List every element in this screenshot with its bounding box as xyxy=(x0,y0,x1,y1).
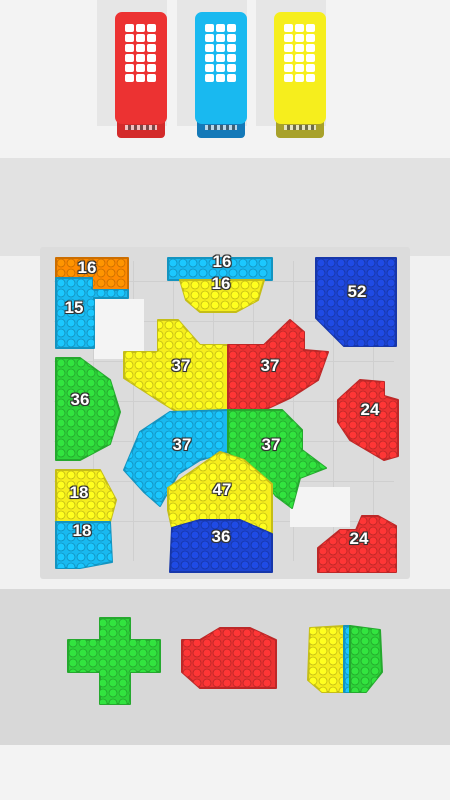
count-label-yellow-house: 47 xyxy=(212,480,232,499)
piece-tray-green-cross[interactable] xyxy=(67,617,161,707)
count-label-blue-top-center: 16 xyxy=(212,252,232,271)
piece-navy-top-right[interactable] xyxy=(315,257,397,347)
count-label-blue-top-left: 15 xyxy=(64,298,84,317)
count-label-red-star-right: 37 xyxy=(260,356,280,375)
count-label-navy-top-right: 52 xyxy=(347,282,367,301)
piece-tray-red-arrow[interactable] xyxy=(181,627,277,689)
count-label-yellow-lower-left: 18 xyxy=(69,483,89,502)
count-label-blue-star-lower-left: 37 xyxy=(172,435,192,454)
count-label-green-left: 36 xyxy=(70,390,90,409)
count-label-navy-house: 36 xyxy=(211,527,231,546)
count-label-orange-top-left: 16 xyxy=(77,258,97,277)
pieces-layer xyxy=(55,257,399,707)
piece-red-right[interactable] xyxy=(337,379,399,461)
count-label-red-right: 24 xyxy=(360,400,380,419)
count-label-green-star-lower-right: 37 xyxy=(261,435,281,454)
count-label-yellow-star-left: 37 xyxy=(171,356,191,375)
piece-tray-green-right[interactable] xyxy=(349,625,383,695)
count-label-red-bottom-right: 24 xyxy=(349,529,369,548)
piece-tray-yellow[interactable] xyxy=(307,625,347,695)
count-label-blue-lower-left: 18 xyxy=(72,521,92,540)
count-label-yellow-top-center: 16 xyxy=(211,274,231,293)
